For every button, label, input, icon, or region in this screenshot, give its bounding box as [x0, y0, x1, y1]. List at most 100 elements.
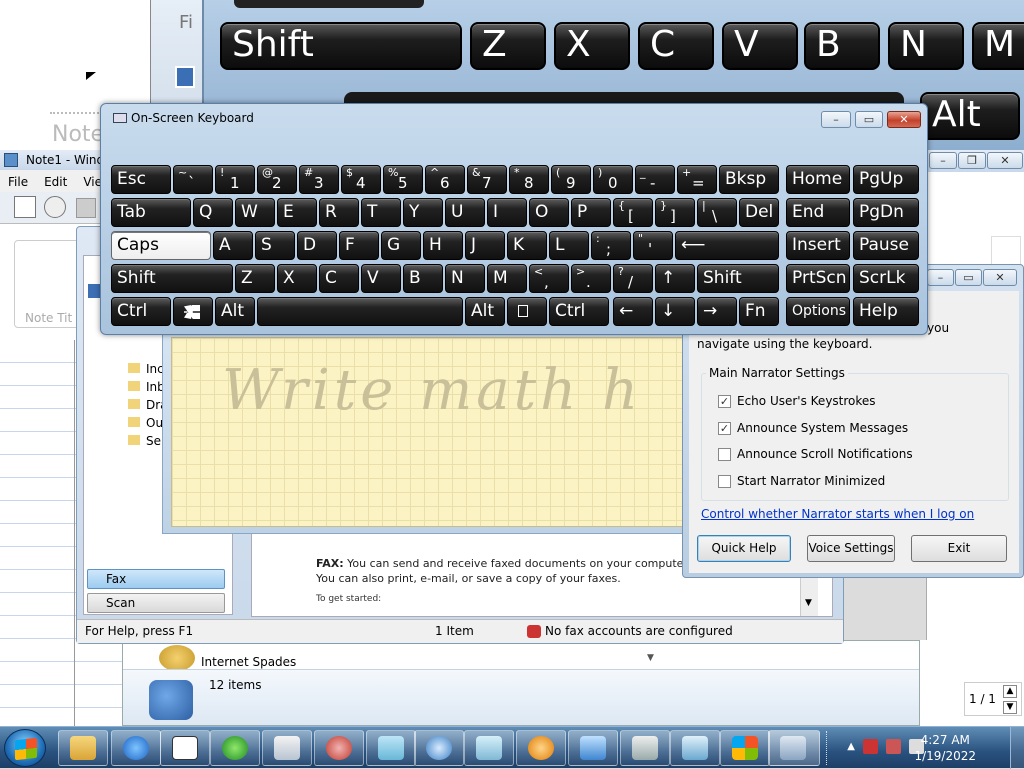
key-left-arrow[interactable]: ←	[613, 297, 653, 326]
scroll-down-icon[interactable]: ▼	[805, 598, 812, 608]
key-right-ctrl[interactable]: Ctrl	[549, 297, 609, 326]
key-j[interactable]: J	[465, 231, 505, 260]
key-right-arrow[interactable]: →	[697, 297, 737, 326]
key-comma[interactable]: <,	[529, 264, 569, 293]
osk-close-button[interactable]: ✕	[887, 111, 921, 128]
key-w[interactable]: W	[235, 198, 275, 227]
taskbar-clock[interactable]: 4:27 AM 1/19/2022	[914, 732, 976, 764]
key-0[interactable]: ) 0	[593, 165, 633, 194]
show-desktop-button[interactable]	[1010, 727, 1024, 769]
key-z[interactable]: Z	[235, 264, 275, 293]
taskbar-media-center[interactable]	[210, 730, 260, 766]
key-left-bracket[interactable]: {[	[613, 198, 653, 227]
key-up-arrow[interactable]: ↑	[655, 264, 695, 293]
bg-maximize-button[interactable]: ❐	[958, 152, 986, 169]
key-3[interactable]: #3	[299, 165, 339, 194]
key-backtick[interactable]: ~ `	[173, 165, 213, 194]
narrator-close-button[interactable]: ✕	[983, 269, 1017, 286]
key-4[interactable]: $4	[341, 165, 381, 194]
key-9[interactable]: (9	[551, 165, 591, 194]
key-v[interactable]: V	[361, 264, 401, 293]
key-g[interactable]: G	[381, 231, 421, 260]
save-icon[interactable]	[76, 198, 96, 218]
key-semicolon[interactable]: :;	[591, 231, 631, 260]
bg-minimize-button[interactable]: –	[929, 152, 957, 169]
key-insert[interactable]: Insert	[786, 231, 850, 260]
tab-scan[interactable]: Scan	[87, 593, 225, 613]
taskbar-documents[interactable]	[464, 730, 514, 766]
key-f[interactable]: F	[339, 231, 379, 260]
new-note-icon[interactable]	[14, 196, 36, 218]
key-d[interactable]: D	[297, 231, 337, 260]
taskbar-media-player[interactable]	[516, 730, 566, 766]
menu-file[interactable]: File	[8, 175, 28, 189]
key-menu[interactable]	[507, 297, 547, 326]
start-button[interactable]	[4, 729, 46, 767]
taskbar-magnifier[interactable]	[414, 730, 464, 766]
key-space[interactable]	[257, 297, 463, 326]
key-tab[interactable]: Tab	[111, 198, 191, 227]
key-scrlk[interactable]: ScrLk	[853, 264, 919, 293]
taskbar-calculator[interactable]	[262, 730, 312, 766]
key-enter[interactable]: ⟵	[675, 231, 779, 260]
taskbar-snipping[interactable]	[314, 730, 364, 766]
key-2[interactable]: @2	[257, 165, 297, 194]
key-caps[interactable]: Caps	[111, 231, 211, 260]
key-backslash[interactable]: | \	[697, 198, 737, 227]
key-t[interactable]: T	[361, 198, 401, 227]
key-a[interactable]: A	[213, 231, 253, 260]
show-hidden-icons[interactable]: ▲	[847, 739, 855, 754]
key-c[interactable]: C	[319, 264, 359, 293]
key-p[interactable]: P	[571, 198, 611, 227]
quick-help-button[interactable]: Quick Help	[697, 535, 791, 562]
key-i[interactable]: I	[487, 198, 527, 227]
page-down-icon[interactable]: ▼	[1003, 701, 1017, 714]
announce-system-option[interactable]: ✓ Announce System Messages	[718, 421, 908, 435]
key-u[interactable]: U	[445, 198, 485, 227]
key-pgdn[interactable]: PgDn	[853, 198, 919, 227]
taskbar-windows-flag[interactable]	[720, 730, 770, 766]
key-s[interactable]: S	[255, 231, 295, 260]
taskbar-solitaire[interactable]	[160, 730, 210, 766]
narrator-maximize-button[interactable]: ▭	[955, 269, 982, 286]
key-down-arrow[interactable]: ↓	[655, 297, 695, 326]
taskbar-live-mail[interactable]	[568, 730, 618, 766]
key-right-bracket[interactable]: }]	[655, 198, 695, 227]
taskbar-fax[interactable]	[620, 730, 670, 766]
key-esc[interactable]: Esc	[111, 165, 171, 194]
key-prtscn[interactable]: PrtScn	[786, 264, 850, 293]
key-e[interactable]: E	[277, 198, 317, 227]
key-7[interactable]: & 7	[467, 165, 507, 194]
key-windows[interactable]	[173, 297, 213, 326]
key-o[interactable]: O	[529, 198, 569, 227]
key-period[interactable]: >.	[571, 264, 611, 293]
taskbar-ie[interactable]	[111, 730, 161, 766]
voice-settings-button[interactable]: Voice Settings	[807, 535, 895, 562]
key-left-alt[interactable]: Alt	[215, 297, 255, 326]
dropdown-arrow-icon[interactable]: ▼	[647, 653, 657, 663]
internet-spades-label[interactable]: Internet Spades	[201, 655, 296, 669]
key-left-ctrl[interactable]: Ctrl	[111, 297, 171, 326]
key-k[interactable]: K	[507, 231, 547, 260]
math-writing-area[interactable]: Write math h	[171, 337, 691, 527]
tab-fax[interactable]: Fax	[87, 569, 225, 589]
key-1[interactable]: ! 1	[215, 165, 255, 194]
network-error-icon[interactable]	[863, 739, 878, 754]
key-home[interactable]: Home	[786, 165, 850, 194]
key-backspace[interactable]: Bksp	[719, 165, 779, 194]
key-pgup[interactable]: PgUp	[853, 165, 919, 194]
key-end[interactable]: End	[786, 198, 850, 227]
key-left-shift[interactable]: Shift	[111, 264, 233, 293]
key-quote[interactable]: " '	[633, 231, 673, 260]
key-equals[interactable]: + =	[677, 165, 717, 194]
page-up-icon[interactable]: ▲	[1003, 685, 1017, 698]
key-del[interactable]: Del	[739, 198, 779, 227]
key-fn[interactable]: Fn	[739, 297, 779, 326]
announce-scroll-checkbox[interactable]	[718, 448, 731, 461]
key-q[interactable]: Q	[193, 198, 233, 227]
osk-restore-button[interactable]: ▭	[855, 111, 883, 128]
timer-icon[interactable]	[44, 196, 66, 218]
osk-options-button[interactable]: Options	[786, 297, 850, 326]
key-l[interactable]: L	[549, 231, 589, 260]
key-x[interactable]: X	[277, 264, 317, 293]
